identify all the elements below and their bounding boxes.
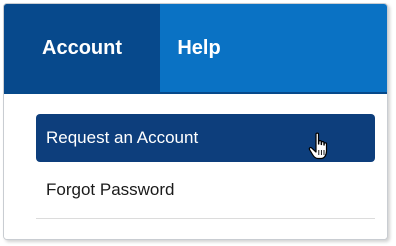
tab-help[interactable]: Help <box>160 4 238 92</box>
account-dropdown-menu: Request an Account Forgot Password <box>4 94 387 239</box>
menu-divider <box>36 218 375 219</box>
account-menu-window: Account Help Request an Account Forgot P… <box>3 3 388 240</box>
menu-item-forgot-password[interactable]: Forgot Password <box>36 168 375 212</box>
tab-account[interactable]: Account <box>4 4 160 92</box>
hand-pointer-icon <box>308 132 328 160</box>
menu-bar: Account Help <box>4 4 387 94</box>
